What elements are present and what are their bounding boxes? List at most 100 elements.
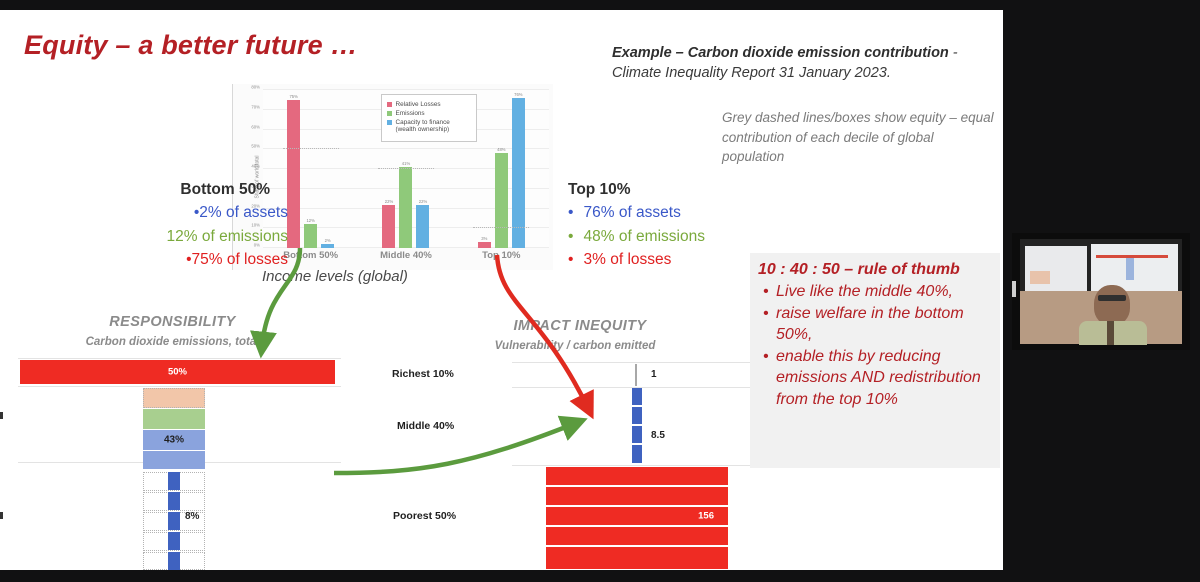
legend-label: Capacity to finance (wealth ownership) xyxy=(395,118,450,134)
chart-bar: 48% xyxy=(494,147,508,248)
chart-bar: 2% xyxy=(321,238,335,248)
bullet-icon: • xyxy=(186,250,192,268)
impact-category-label: Poorest 50% xyxy=(393,510,457,522)
chart-x-tick-label: Top 10% xyxy=(482,250,521,261)
legend-swatch-icon xyxy=(387,110,392,116)
legend-swatch-icon xyxy=(387,101,392,107)
chart-y-tick-label: 60% xyxy=(251,124,260,129)
stat-text: 3% of losses xyxy=(583,250,672,268)
stat-text: 76% of assets xyxy=(583,204,681,222)
impact-bar-poorest-seg: 156 xyxy=(546,507,728,525)
impact-subheading: Vulnerability / carbon emitted xyxy=(494,340,656,352)
responsibility-chart: RESPONSIBILITY Carbon dioxide emissions,… xyxy=(0,292,345,570)
gridline xyxy=(512,387,750,388)
participant-video-tile[interactable] xyxy=(1012,233,1190,350)
chart-bar-label: 12% xyxy=(306,218,315,224)
stat-text: 75% of losses xyxy=(191,250,289,268)
bullet-icon: • xyxy=(568,227,574,245)
impact-bar-poorest-seg xyxy=(546,467,728,485)
legend-label: Emissions xyxy=(395,109,425,117)
impact-bar-richest xyxy=(635,364,637,386)
legend-item-capacity-to-finance: Capacity to finance (wealth ownership) xyxy=(387,119,470,134)
bullet-icon: • xyxy=(568,204,574,222)
example-note: Example – Carbon dioxide emission contri… xyxy=(612,44,994,83)
chart-bar-label: 22% xyxy=(418,198,428,204)
chart-y-tick-label: 80% xyxy=(251,84,260,90)
presenter-tie xyxy=(1107,321,1114,345)
screen-left-figure xyxy=(1030,271,1050,284)
responsibility-bar-bottom-seg xyxy=(168,552,180,570)
gridline xyxy=(512,465,750,466)
screen-root: Equity – a better future … Example – Car… xyxy=(0,0,1200,582)
chart-bar: 12% xyxy=(304,218,318,248)
impact-category-label: Middle 40% xyxy=(397,420,455,432)
stat-text: 2% of assets xyxy=(199,204,288,222)
chart-y-tick-label: 40% xyxy=(251,163,260,169)
stats-bottom-50: Bottom 50% •2% of assets 12% of emission… xyxy=(88,178,288,271)
chart-y-tick-label: 50% xyxy=(251,143,260,149)
stat-row: • 76% of assets xyxy=(568,201,783,224)
equity-reference-line xyxy=(282,148,339,150)
responsibility-bar-bottom-seg xyxy=(168,472,180,490)
chart-bar-label: 75% xyxy=(289,93,298,99)
equity-dash-box xyxy=(143,388,205,408)
rule-bullet: enable this by reducing emissions AND re… xyxy=(763,346,994,409)
impact-bar-poorest-seg xyxy=(546,527,728,545)
chart-bar: 76% xyxy=(511,92,525,248)
stat-row: •75% of losses xyxy=(88,248,288,271)
stat-row: 12% of emissions xyxy=(88,225,288,248)
chart-y-tick-label: 70% xyxy=(251,104,260,110)
impact-bar-middle-seg xyxy=(632,426,642,443)
chart-bar: 41% xyxy=(399,161,413,248)
equity-reference-line xyxy=(473,227,530,229)
responsibility-bar-bottom-seg xyxy=(168,532,180,550)
chart-x-tick-label: Bottom 50% xyxy=(283,250,339,261)
chart-x-tick-label: Middle 40% xyxy=(380,250,432,261)
projector-screen-left xyxy=(1025,246,1087,293)
impact-heading: IMPACT INEQUITY xyxy=(513,318,647,334)
stat-row: • 48% of emissions xyxy=(568,225,783,248)
bullet-icon: • xyxy=(568,250,574,268)
stat-row: •2% of assets xyxy=(88,201,288,224)
rule-bullet: raise welfare in the bottom 50%, xyxy=(763,303,994,345)
rule-bullet: Live like the middle 40%, xyxy=(763,281,994,302)
responsibility-bar-middle-seg: 43% xyxy=(143,430,205,450)
bar-value: 43% xyxy=(163,434,185,446)
impact-bar-middle-seg xyxy=(632,407,642,424)
presenter-glasses xyxy=(1098,295,1126,301)
chart-bar-label: 48% xyxy=(497,147,506,153)
responsibility-bar-middle-seg xyxy=(143,409,205,429)
responsibility-subheading: Carbon dioxide emissions, total xyxy=(85,336,260,348)
presentation-slide: Equity – a better future … Example – Car… xyxy=(0,10,1003,570)
chart-legend: Relative Losses Emissions Capacity to fi… xyxy=(381,94,477,142)
chart-bar-label: 22% xyxy=(384,198,394,204)
responsibility-bar-top10: 50% xyxy=(20,360,335,384)
responsibility-heading: RESPONSIBILITY xyxy=(109,314,236,330)
impact-bar-poorest-seg xyxy=(546,547,728,569)
bar-value: 50% xyxy=(167,366,188,378)
stat-text: 48% of emissions xyxy=(583,227,705,245)
chart-bar-label: 76% xyxy=(514,91,523,97)
gridline xyxy=(18,386,341,387)
chart-bar: 22% xyxy=(416,199,430,248)
cropped-label-mark xyxy=(0,512,3,519)
bullet-icon: • xyxy=(193,204,200,222)
responsibility-bar-middle-seg xyxy=(143,451,205,469)
cropped-label-mark xyxy=(0,412,3,419)
equity-reference-line xyxy=(377,168,434,169)
legend-item-relative-losses: Relative Losses xyxy=(387,101,470,109)
chart-bar-label: 2% xyxy=(324,238,331,244)
video-edge-marker xyxy=(1012,281,1016,297)
chart-bar-label: 41% xyxy=(401,161,411,167)
rule-of-thumb-box: 10 : 40 : 50 – rule of thumb Live like t… xyxy=(750,253,1000,468)
presenter-head xyxy=(1094,285,1130,325)
bar-value: 1 xyxy=(651,369,657,380)
chart-bar: 22% xyxy=(382,199,396,248)
impact-bar-middle-seg xyxy=(632,388,642,405)
bar-value: 8% xyxy=(185,511,200,522)
page-title: Equity – a better future … xyxy=(24,30,358,60)
legend-label: Relative Losses xyxy=(395,100,441,108)
legend-swatch-icon xyxy=(387,119,392,125)
responsibility-bar-bottom-seg xyxy=(168,512,180,530)
chart-bar: 75% xyxy=(287,94,301,248)
